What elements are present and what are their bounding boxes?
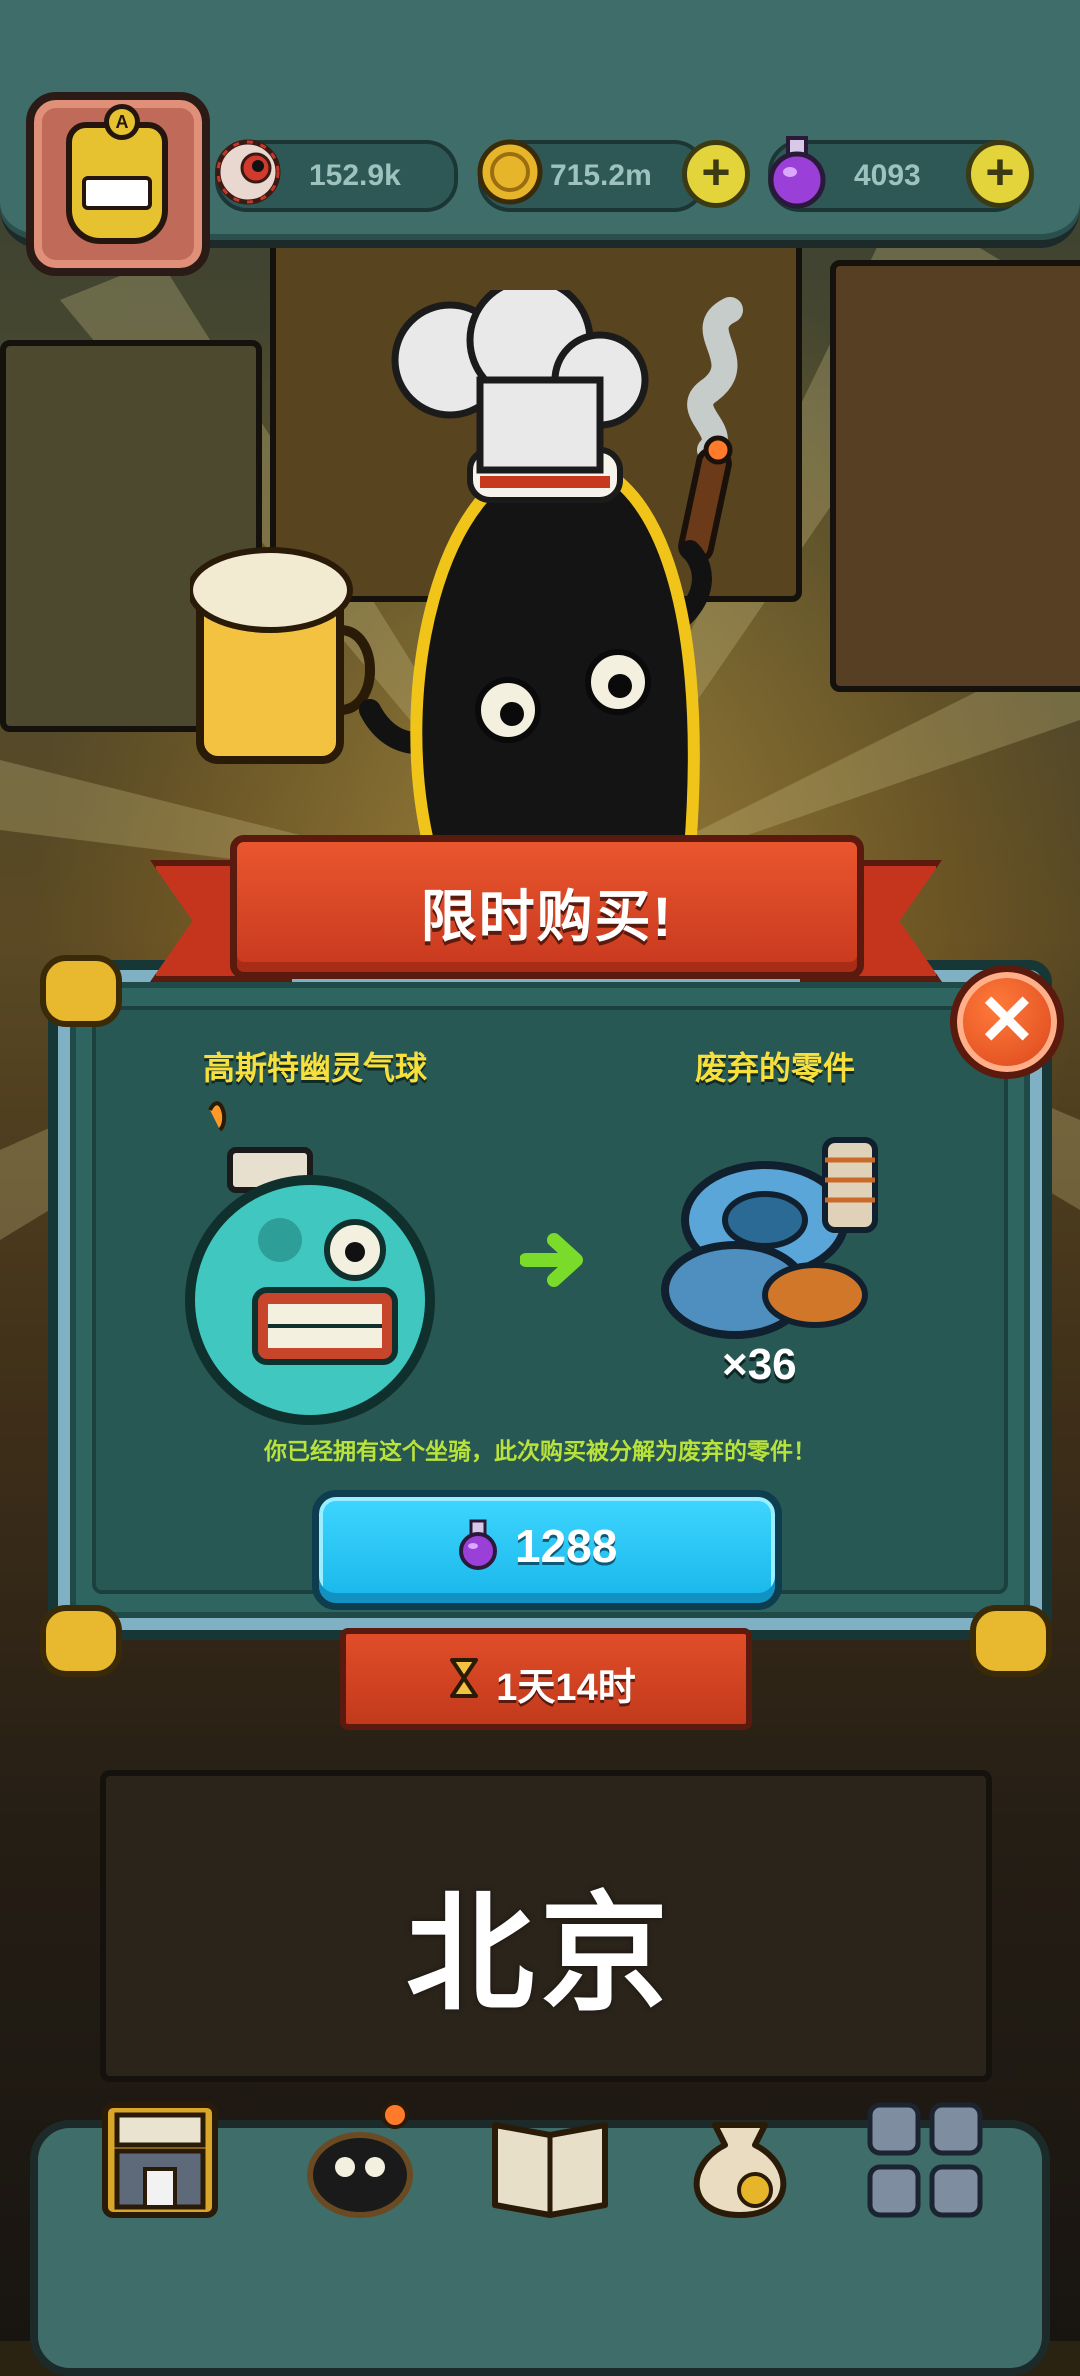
chef-blob-character — [190, 290, 743, 850]
shop-building-icon[interactable] — [95, 2095, 225, 2225]
ghost-balloon-icon — [185, 1101, 435, 1425]
scrap-parts-icon — [661, 1137, 878, 1339]
popup-title: 限时购买! — [420, 885, 674, 948]
ownership-notice: 你已经拥有这个坐骑，此次购买被分解为废弃的零件！ — [264, 1438, 816, 1464]
result-item-name: 废弃的零件 — [694, 1050, 855, 1086]
eyeball-value: 152.9k — [309, 159, 401, 192]
buy-price: 1288 — [515, 1520, 618, 1572]
offer-timer: 1天14时 — [340, 1628, 752, 1730]
grid-menu-icon[interactable] — [860, 2095, 990, 2225]
result-quantity: ×36 — [722, 1340, 797, 1389]
title-ribbon: 限时购买! — [230, 835, 864, 979]
buy-button[interactable]: 1288 — [312, 1490, 782, 1610]
monster-roster-icon[interactable] — [295, 2095, 425, 2225]
money-bag-icon[interactable] — [675, 2095, 805, 2225]
potion-icon — [459, 1519, 497, 1570]
timer-text: 1天14时 — [496, 1667, 636, 1709]
add-potions-button[interactable]: + — [966, 140, 1034, 208]
avatar-badge: A — [104, 104, 140, 140]
panel-corner-ornament — [970, 1605, 1052, 1677]
player-avatar[interactable]: A — [26, 92, 210, 276]
coin-value: 715.2m — [550, 159, 652, 192]
arrow-right-icon — [520, 1233, 583, 1287]
city-watermark-text: 北京 — [405, 1883, 674, 2026]
source-item-name: 高斯特幽灵气球 — [202, 1050, 427, 1086]
book-icon[interactable] — [485, 2095, 615, 2225]
potion-value: 4093 — [854, 159, 921, 192]
add-coins-button[interactable]: + — [682, 140, 750, 208]
potion-icon — [768, 136, 826, 209]
coin-icon — [477, 139, 543, 205]
avatar-crown-icon: A — [66, 104, 168, 244]
close-button[interactable]: ✕ — [950, 965, 1064, 1079]
avatar-teeth — [82, 176, 152, 210]
panel-corner-ornament — [40, 1605, 122, 1677]
panel-corner-ornament — [40, 955, 122, 1027]
eyeball-icon — [215, 139, 281, 205]
